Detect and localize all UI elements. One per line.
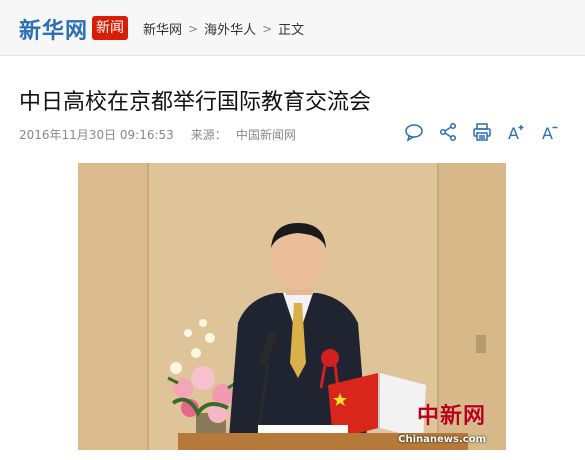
- breadcrumb-current-page[interactable]: 正文: [278, 19, 304, 38]
- font-decrease-label: A: [542, 124, 553, 142]
- breadcrumb-separator: >: [262, 21, 273, 36]
- site-logo[interactable]: 新华网: [19, 13, 88, 45]
- breadcrumb-home-link[interactable]: 新华网: [143, 19, 182, 38]
- comment-icon[interactable]: [404, 122, 424, 142]
- article-photo: 中新网 Chinanews.com: [78, 163, 506, 450]
- breadcrumb: 新华网 > 海外华人 > 正文: [143, 19, 304, 39]
- breadcrumb-overseas-chinese-link[interactable]: 海外华人: [204, 19, 256, 38]
- top-navigation-bar: 新华网 新闻 新华网 > 海外华人 > 正文: [0, 0, 585, 56]
- font-increase-label: A: [508, 124, 519, 142]
- publish-datetime: 2016年11月30日 09:16:53: [19, 128, 174, 142]
- article-meta: 2016年11月30日 09:16:53 来源： 中国新闻网: [19, 126, 296, 143]
- source-label: 来源：: [190, 128, 227, 142]
- photo-watermark-domain: Chinanews.com: [398, 434, 486, 445]
- font-decrease-icon[interactable]: A: [540, 122, 560, 142]
- news-channel-badge[interactable]: 新闻: [92, 16, 128, 40]
- breadcrumb-separator: >: [188, 21, 199, 36]
- share-icon[interactable]: [438, 122, 458, 142]
- photo-watermark: 中新网: [416, 403, 486, 429]
- article-toolbar: A A: [404, 122, 560, 142]
- article-title: 中日高校在京都举行国际教育交流会: [19, 90, 372, 115]
- font-increase-icon[interactable]: A: [506, 122, 526, 142]
- source-name[interactable]: 中国新闻网: [236, 126, 296, 143]
- print-icon[interactable]: [472, 122, 492, 142]
